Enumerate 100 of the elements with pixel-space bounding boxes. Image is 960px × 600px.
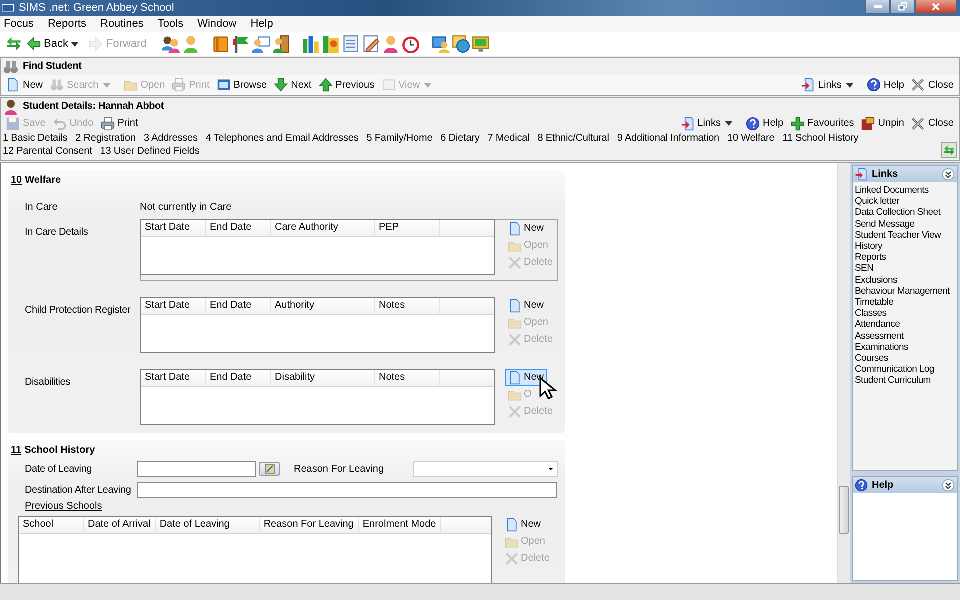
menu-item[interactable]: Help xyxy=(246,18,278,30)
calendar-button[interactable] xyxy=(259,462,280,476)
column-header[interactable]: Notes xyxy=(375,298,440,314)
column-header[interactable]: Start Date xyxy=(141,298,206,314)
close-button[interactable] xyxy=(915,0,957,14)
side-link[interactable]: Student Curriculum xyxy=(855,375,957,387)
data-grid[interactable]: Start Date End Date Disability Notes xyxy=(140,369,495,425)
column-header[interactable]: Start Date xyxy=(141,220,206,236)
column-header[interactable]: Start Date xyxy=(141,370,206,386)
section-link[interactable]: 1 Basic Details xyxy=(3,132,68,145)
toolbar-button[interactable]: Help xyxy=(744,114,786,132)
section-link[interactable]: 4 Telephones and Email Addresses xyxy=(206,132,359,145)
section-link[interactable]: 6 Dietary xyxy=(440,132,480,145)
column-header[interactable]: End Date xyxy=(206,370,271,386)
column-header[interactable]: Notes xyxy=(375,370,440,386)
dropdown-field[interactable] xyxy=(413,461,558,477)
section-link[interactable]: 13 User Defined Fields xyxy=(100,145,200,158)
section-link[interactable]: 11 School History xyxy=(782,132,859,145)
toolbar-button[interactable] xyxy=(430,35,451,53)
scrollbar[interactable] xyxy=(837,163,850,583)
menu-item[interactable]: Reports xyxy=(44,18,92,30)
action-button[interactable]: New xyxy=(505,220,548,237)
toolbar-button[interactable] xyxy=(450,35,471,53)
menu-item[interactable]: Focus xyxy=(0,18,39,30)
side-link[interactable]: Send Message xyxy=(855,218,957,230)
section-link[interactable]: 7 Medical xyxy=(488,132,530,145)
caret-icon[interactable] xyxy=(846,82,854,88)
action-button[interactable]: New xyxy=(505,297,548,314)
side-link[interactable]: History xyxy=(855,241,957,252)
toolbar-button[interactable] xyxy=(360,35,381,53)
toolbar-button[interactable]: Print xyxy=(98,114,140,132)
maximize-button[interactable] xyxy=(890,0,915,14)
side-link[interactable]: Reports xyxy=(855,252,957,264)
section-link[interactable]: 9 Additional Information xyxy=(617,132,720,145)
section-link[interactable]: 10 Welfare xyxy=(728,132,775,145)
toolbar-button[interactable] xyxy=(230,35,251,53)
toolbar-button[interactable] xyxy=(250,35,271,53)
side-link[interactable]: Examinations xyxy=(855,342,957,354)
toolbar-button[interactable]: Close xyxy=(909,114,956,132)
toolbar-button[interactable] xyxy=(300,35,321,53)
collapse-icon[interactable] xyxy=(942,168,955,180)
toolbar-button[interactable]: Close xyxy=(909,76,956,94)
column-header[interactable]: End Date xyxy=(206,220,271,236)
section-link[interactable]: 3 Addresses xyxy=(144,132,198,145)
action-button[interactable]: New xyxy=(505,369,548,386)
collapse-icon[interactable] xyxy=(942,478,955,492)
text-field[interactable] xyxy=(137,482,557,498)
date-field[interactable] xyxy=(137,461,256,477)
section-link[interactable]: 12 Parental Consent xyxy=(3,145,92,158)
data-grid[interactable]: Start Date End Date Authority Notes xyxy=(140,297,495,353)
action-button[interactable]: New xyxy=(502,516,544,533)
side-link[interactable]: Classes xyxy=(855,308,957,320)
caret-icon[interactable] xyxy=(71,42,80,46)
side-link[interactable]: SEN xyxy=(855,263,957,275)
toolbar-button[interactable] xyxy=(470,35,491,53)
refresh-button[interactable] xyxy=(941,142,957,158)
column-header[interactable]: School xyxy=(19,517,84,533)
column-header[interactable]: Disability xyxy=(271,370,375,386)
toolbar-button[interactable]: Links xyxy=(678,114,724,132)
menu-item[interactable]: Routines xyxy=(96,18,149,30)
side-link[interactable]: Quick letter xyxy=(855,196,957,208)
side-link[interactable]: Courses xyxy=(855,353,957,364)
toolbar-button[interactable]: Next xyxy=(272,76,314,94)
column-header[interactable]: Enrolment Mode xyxy=(358,517,442,533)
data-grid[interactable]: School Date of Arrival Date of Leaving Reason For Leaving Enrolment Mode xyxy=(18,516,492,583)
menu-item[interactable]: Tools xyxy=(154,18,189,30)
toolbar-button[interactable]: Back xyxy=(25,35,70,53)
toolbar-button[interactable] xyxy=(160,35,181,53)
scrollbar-thumb[interactable] xyxy=(839,486,849,534)
toolbar-button[interactable] xyxy=(270,35,291,53)
minimize-button[interactable] xyxy=(865,0,890,14)
toolbar-button[interactable]: Links xyxy=(799,76,844,94)
column-header[interactable]: Date of Leaving xyxy=(156,517,260,533)
side-link[interactable]: Exclusions xyxy=(855,274,957,286)
column-header[interactable]: PEP xyxy=(375,220,440,236)
toolbar-button[interactable]: Previous xyxy=(316,76,377,94)
side-link[interactable]: Communication Log xyxy=(855,364,957,376)
side-link[interactable]: Timetable xyxy=(855,297,957,308)
side-link[interactable]: Linked Documents xyxy=(855,185,957,196)
toolbar-button[interactable]: Browse xyxy=(214,76,270,94)
menu-item[interactable]: Window xyxy=(194,18,242,30)
column-header[interactable]: Authority xyxy=(271,298,375,314)
side-link[interactable]: Student Teacher View xyxy=(855,230,957,242)
toolbar-button[interactable]: Favourites xyxy=(788,114,856,132)
section-link[interactable]: 5 Family/Home xyxy=(366,132,433,145)
toolbar-button[interactable] xyxy=(400,35,421,53)
side-link[interactable]: Data Collection Sheet xyxy=(855,207,957,219)
panel-header[interactable]: Links xyxy=(853,166,957,182)
column-header[interactable]: Care Authority xyxy=(271,220,375,236)
toolbar-button[interactable]: New xyxy=(4,76,46,94)
toolbar-button[interactable]: Unpin xyxy=(859,114,906,132)
data-grid[interactable]: Start Date End Date Care Authority PEP xyxy=(140,219,495,275)
toolbar-button[interactable]: Help xyxy=(864,76,906,94)
caret-icon[interactable] xyxy=(725,121,734,126)
side-link[interactable]: Behaviour Management xyxy=(855,286,957,298)
column-header[interactable]: End Date xyxy=(206,298,271,314)
side-link[interactable]: Assessment xyxy=(855,330,957,342)
panel-header[interactable]: Help xyxy=(853,477,957,493)
toolbar-button[interactable] xyxy=(320,35,341,53)
section-link[interactable]: 2 Registration xyxy=(76,132,136,145)
